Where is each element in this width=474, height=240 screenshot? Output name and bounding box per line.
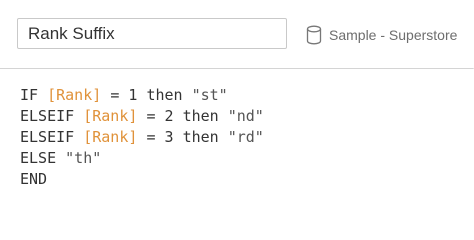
calc-header: Sample - Superstore bbox=[0, 0, 474, 68]
formula-editor[interactable]: IF [Rank] = 1 then "st" ELSEIF [Rank] = 2… bbox=[0, 69, 474, 223]
formula-space bbox=[155, 107, 164, 125]
formula-space bbox=[155, 128, 164, 146]
formula-string: "rd" bbox=[227, 128, 264, 146]
formula-keyword: then bbox=[182, 107, 219, 125]
formula-space bbox=[74, 107, 83, 125]
formula-field-reference: [Rank] bbox=[83, 128, 138, 146]
formula-line: ELSEIF [Rank] = 2 then "nd" bbox=[20, 106, 474, 127]
datasource-indicator: Sample - Superstore bbox=[306, 24, 457, 46]
formula-line: END bbox=[20, 169, 474, 190]
formula-keyword: ELSEIF bbox=[20, 107, 75, 125]
formula-number: 3 bbox=[164, 128, 174, 146]
formula-space bbox=[183, 86, 192, 104]
formula-keyword: then bbox=[146, 86, 183, 104]
formula-keyword: IF bbox=[20, 86, 39, 104]
formula-space bbox=[174, 107, 183, 125]
formula-string: "nd" bbox=[227, 107, 264, 125]
formula-line: ELSEIF [Rank] = 3 then "rd" bbox=[20, 127, 474, 148]
formula-keyword: then bbox=[182, 128, 219, 146]
formula-operator: = bbox=[110, 86, 120, 104]
formula-field-reference: [Rank] bbox=[83, 107, 138, 125]
datasource-name: Sample - Superstore bbox=[329, 27, 458, 43]
formula-space bbox=[56, 149, 65, 167]
formula-space bbox=[38, 86, 47, 104]
calculation-name-input[interactable] bbox=[17, 18, 287, 49]
database-icon bbox=[306, 25, 322, 45]
formula-space bbox=[219, 128, 228, 146]
formula-keyword: ELSEIF bbox=[20, 128, 75, 146]
formula-space bbox=[174, 128, 183, 146]
formula-space bbox=[101, 86, 110, 104]
calculation-editor: Sample - Superstore IF [Rank] = 1 then "… bbox=[0, 0, 474, 223]
formula-string: "st" bbox=[191, 86, 228, 104]
formula-space bbox=[74, 128, 83, 146]
formula-keyword: ELSE bbox=[20, 149, 57, 167]
formula-keyword: END bbox=[20, 170, 48, 188]
formula-space bbox=[219, 107, 228, 125]
formula-number: 2 bbox=[164, 107, 174, 125]
formula-string: "th" bbox=[65, 149, 102, 167]
formula-line: IF [Rank] = 1 then "st" bbox=[20, 85, 474, 106]
formula-line: ELSE "th" bbox=[20, 148, 474, 169]
formula-field-reference: [Rank] bbox=[47, 86, 102, 104]
